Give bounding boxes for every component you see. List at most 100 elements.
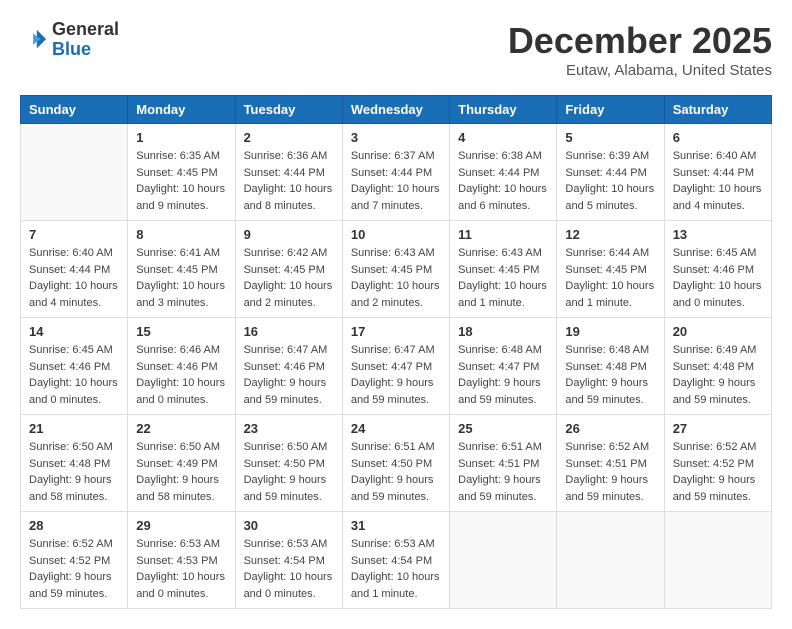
- sunset-text: Sunset: 4:45 PM: [351, 262, 441, 279]
- calendar-week-row: 1 Sunrise: 6:35 AM Sunset: 4:45 PM Dayli…: [21, 124, 772, 221]
- sunset-text: Sunset: 4:46 PM: [136, 359, 226, 376]
- calendar-week-row: 7 Sunrise: 6:40 AM Sunset: 4:44 PM Dayli…: [21, 221, 772, 318]
- sunrise-text: Sunrise: 6:43 AM: [351, 245, 441, 262]
- day-number: 15: [136, 324, 226, 339]
- day-info: Sunrise: 6:48 AM Sunset: 4:48 PM Dayligh…: [565, 342, 655, 408]
- day-number: 31: [351, 518, 441, 533]
- sunrise-text: Sunrise: 6:50 AM: [244, 439, 334, 456]
- calendar-cell: 14 Sunrise: 6:45 AM Sunset: 4:46 PM Dayl…: [21, 318, 128, 415]
- calendar-cell: 30 Sunrise: 6:53 AM Sunset: 4:54 PM Dayl…: [235, 512, 342, 609]
- day-number: 14: [29, 324, 119, 339]
- day-info: Sunrise: 6:53 AM Sunset: 4:53 PM Dayligh…: [136, 536, 226, 602]
- day-info: Sunrise: 6:53 AM Sunset: 4:54 PM Dayligh…: [351, 536, 441, 602]
- sunset-text: Sunset: 4:50 PM: [351, 456, 441, 473]
- day-info: Sunrise: 6:39 AM Sunset: 4:44 PM Dayligh…: [565, 148, 655, 214]
- sunset-text: Sunset: 4:45 PM: [136, 165, 226, 182]
- sunset-text: Sunset: 4:51 PM: [565, 456, 655, 473]
- daylight-text: Daylight: 10 hours and 5 minutes.: [565, 181, 655, 214]
- calendar-table: SundayMondayTuesdayWednesdayThursdayFrid…: [20, 95, 772, 609]
- daylight-text: Daylight: 10 hours and 4 minutes.: [673, 181, 763, 214]
- day-number: 16: [244, 324, 334, 339]
- calendar-cell: 21 Sunrise: 6:50 AM Sunset: 4:48 PM Dayl…: [21, 415, 128, 512]
- sunrise-text: Sunrise: 6:47 AM: [244, 342, 334, 359]
- day-info: Sunrise: 6:37 AM Sunset: 4:44 PM Dayligh…: [351, 148, 441, 214]
- day-info: Sunrise: 6:40 AM Sunset: 4:44 PM Dayligh…: [673, 148, 763, 214]
- day-info: Sunrise: 6:38 AM Sunset: 4:44 PM Dayligh…: [458, 148, 548, 214]
- calendar-cell: 26 Sunrise: 6:52 AM Sunset: 4:51 PM Dayl…: [557, 415, 664, 512]
- sunrise-text: Sunrise: 6:50 AM: [136, 439, 226, 456]
- daylight-text: Daylight: 10 hours and 9 minutes.: [136, 181, 226, 214]
- day-info: Sunrise: 6:47 AM Sunset: 4:47 PM Dayligh…: [351, 342, 441, 408]
- sunset-text: Sunset: 4:46 PM: [29, 359, 119, 376]
- day-number: 3: [351, 130, 441, 145]
- day-number: 22: [136, 421, 226, 436]
- day-number: 12: [565, 227, 655, 242]
- calendar-cell: [664, 512, 771, 609]
- daylight-text: Daylight: 9 hours and 59 minutes.: [673, 472, 763, 505]
- sunset-text: Sunset: 4:44 PM: [29, 262, 119, 279]
- sunset-text: Sunset: 4:48 PM: [565, 359, 655, 376]
- calendar-cell: 17 Sunrise: 6:47 AM Sunset: 4:47 PM Dayl…: [342, 318, 449, 415]
- calendar-cell: 10 Sunrise: 6:43 AM Sunset: 4:45 PM Dayl…: [342, 221, 449, 318]
- day-info: Sunrise: 6:53 AM Sunset: 4:54 PM Dayligh…: [244, 536, 334, 602]
- day-number: 7: [29, 227, 119, 242]
- day-number: 11: [458, 227, 548, 242]
- day-number: 26: [565, 421, 655, 436]
- calendar-cell: 27 Sunrise: 6:52 AM Sunset: 4:52 PM Dayl…: [664, 415, 771, 512]
- day-number: 21: [29, 421, 119, 436]
- day-number: 24: [351, 421, 441, 436]
- day-number: 2: [244, 130, 334, 145]
- sunset-text: Sunset: 4:49 PM: [136, 456, 226, 473]
- sunrise-text: Sunrise: 6:44 AM: [565, 245, 655, 262]
- calendar-cell: 1 Sunrise: 6:35 AM Sunset: 4:45 PM Dayli…: [128, 124, 235, 221]
- day-info: Sunrise: 6:52 AM Sunset: 4:52 PM Dayligh…: [29, 536, 119, 602]
- daylight-text: Daylight: 10 hours and 1 minute.: [351, 569, 441, 602]
- daylight-text: Daylight: 10 hours and 2 minutes.: [244, 278, 334, 311]
- title-area: December 2025 Eutaw, Alabama, United Sta…: [508, 20, 772, 79]
- day-info: Sunrise: 6:36 AM Sunset: 4:44 PM Dayligh…: [244, 148, 334, 214]
- sunset-text: Sunset: 4:54 PM: [351, 553, 441, 570]
- day-number: 25: [458, 421, 548, 436]
- day-number: 27: [673, 421, 763, 436]
- day-info: Sunrise: 6:52 AM Sunset: 4:51 PM Dayligh…: [565, 439, 655, 505]
- sunrise-text: Sunrise: 6:52 AM: [673, 439, 763, 456]
- calendar-cell: 15 Sunrise: 6:46 AM Sunset: 4:46 PM Dayl…: [128, 318, 235, 415]
- day-number: 13: [673, 227, 763, 242]
- daylight-text: Daylight: 10 hours and 0 minutes.: [29, 375, 119, 408]
- day-info: Sunrise: 6:46 AM Sunset: 4:46 PM Dayligh…: [136, 342, 226, 408]
- daylight-text: Daylight: 10 hours and 2 minutes.: [351, 278, 441, 311]
- day-info: Sunrise: 6:35 AM Sunset: 4:45 PM Dayligh…: [136, 148, 226, 214]
- daylight-text: Daylight: 9 hours and 59 minutes.: [565, 472, 655, 505]
- sunrise-text: Sunrise: 6:53 AM: [136, 536, 226, 553]
- weekday-header: Thursday: [450, 96, 557, 124]
- day-number: 8: [136, 227, 226, 242]
- calendar-cell: 19 Sunrise: 6:48 AM Sunset: 4:48 PM Dayl…: [557, 318, 664, 415]
- day-number: 23: [244, 421, 334, 436]
- calendar-cell: 28 Sunrise: 6:52 AM Sunset: 4:52 PM Dayl…: [21, 512, 128, 609]
- calendar-week-row: 28 Sunrise: 6:52 AM Sunset: 4:52 PM Dayl…: [21, 512, 772, 609]
- weekday-header: Tuesday: [235, 96, 342, 124]
- weekday-header: Saturday: [664, 96, 771, 124]
- sunset-text: Sunset: 4:47 PM: [351, 359, 441, 376]
- calendar-cell: 12 Sunrise: 6:44 AM Sunset: 4:45 PM Dayl…: [557, 221, 664, 318]
- weekday-header: Sunday: [21, 96, 128, 124]
- day-number: 6: [673, 130, 763, 145]
- weekday-header: Friday: [557, 96, 664, 124]
- day-info: Sunrise: 6:45 AM Sunset: 4:46 PM Dayligh…: [673, 245, 763, 311]
- sunrise-text: Sunrise: 6:46 AM: [136, 342, 226, 359]
- day-number: 19: [565, 324, 655, 339]
- calendar-week-row: 14 Sunrise: 6:45 AM Sunset: 4:46 PM Dayl…: [21, 318, 772, 415]
- sunset-text: Sunset: 4:45 PM: [136, 262, 226, 279]
- day-info: Sunrise: 6:41 AM Sunset: 4:45 PM Dayligh…: [136, 245, 226, 311]
- sunset-text: Sunset: 4:44 PM: [673, 165, 763, 182]
- daylight-text: Daylight: 9 hours and 59 minutes.: [29, 569, 119, 602]
- sunrise-text: Sunrise: 6:53 AM: [351, 536, 441, 553]
- calendar-cell: 31 Sunrise: 6:53 AM Sunset: 4:54 PM Dayl…: [342, 512, 449, 609]
- day-info: Sunrise: 6:49 AM Sunset: 4:48 PM Dayligh…: [673, 342, 763, 408]
- calendar-cell: 4 Sunrise: 6:38 AM Sunset: 4:44 PM Dayli…: [450, 124, 557, 221]
- calendar-cell: 9 Sunrise: 6:42 AM Sunset: 4:45 PM Dayli…: [235, 221, 342, 318]
- daylight-text: Daylight: 10 hours and 1 minute.: [458, 278, 548, 311]
- sunset-text: Sunset: 4:45 PM: [565, 262, 655, 279]
- day-info: Sunrise: 6:51 AM Sunset: 4:50 PM Dayligh…: [351, 439, 441, 505]
- calendar-cell: 8 Sunrise: 6:41 AM Sunset: 4:45 PM Dayli…: [128, 221, 235, 318]
